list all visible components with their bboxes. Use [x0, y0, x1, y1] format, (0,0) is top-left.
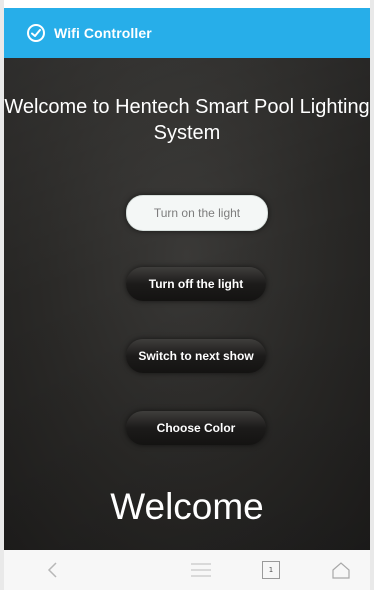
- page-title: Welcome to Hentech Smart Pool Lighting S…: [4, 96, 370, 144]
- phone-screen: Wifi Controller Welcome to Hentech Smart…: [4, 0, 370, 590]
- tabs-count: 1: [268, 566, 274, 574]
- system-navbar: 1: [4, 550, 370, 590]
- tabs-icon: 1: [262, 561, 280, 579]
- back-icon: [47, 562, 57, 578]
- home-icon: [332, 562, 350, 579]
- app-bar: Wifi Controller: [4, 8, 370, 58]
- next-show-button[interactable]: Switch to next show: [126, 339, 266, 373]
- turn-off-light-button[interactable]: Turn off the light: [126, 267, 266, 301]
- turn-on-light-button[interactable]: Turn on the light: [126, 195, 268, 231]
- refresh-icon: [27, 24, 45, 42]
- menu-button[interactable]: [186, 550, 216, 590]
- menu-icon: [191, 563, 211, 577]
- app-title: Wifi Controller: [54, 25, 152, 41]
- main-content: Welcome to Hentech Smart Pool Lighting S…: [4, 58, 370, 550]
- home-button[interactable]: [326, 550, 356, 590]
- back-button[interactable]: [38, 550, 68, 590]
- choose-color-button[interactable]: Choose Color: [126, 411, 266, 445]
- tabs-button[interactable]: 1: [256, 550, 286, 590]
- welcome-text: Welcome: [110, 486, 264, 527]
